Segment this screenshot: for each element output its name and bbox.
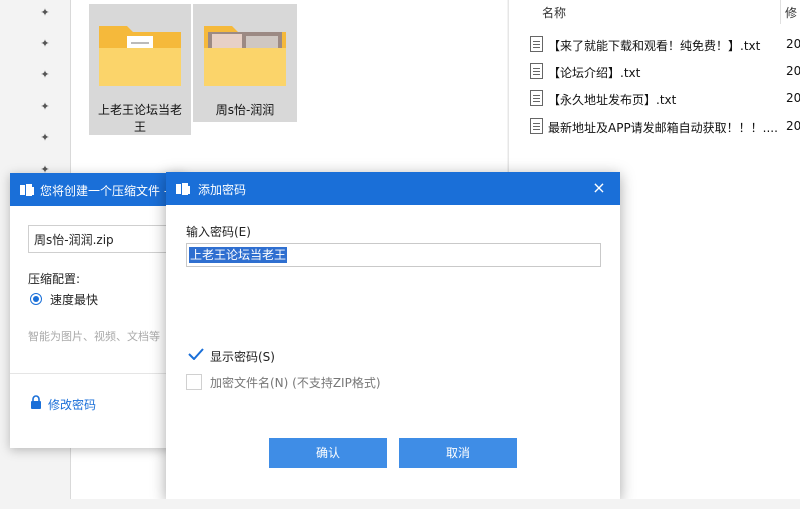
encrypt-filenames-label[interactable]: 加密文件名(N) (不支持ZIP格式) bbox=[210, 374, 381, 391]
file-date: 20 bbox=[786, 37, 800, 51]
pin-icon[interactable]: ✦ bbox=[38, 68, 52, 82]
compress-dialog: 您将创建一个压缩文件 - 周s怡-润润.zip 压缩配置: 速度最快 智能为图片… bbox=[10, 173, 185, 448]
pin-icon[interactable]: ✦ bbox=[38, 37, 52, 51]
file-row[interactable]: 【永久地址发布页】.txt 20 bbox=[530, 88, 800, 110]
file-name: 【永久地址发布页】.txt bbox=[548, 93, 677, 107]
dialog-title: 添加密码 bbox=[198, 183, 247, 197]
show-password-label[interactable]: 显示密码(S) bbox=[210, 348, 275, 365]
close-icon[interactable]: × bbox=[590, 179, 608, 197]
dialog-titlebar[interactable]: 您将创建一个压缩文件 - bbox=[10, 173, 185, 206]
speed-option-label[interactable]: 速度最快 bbox=[50, 291, 98, 308]
file-date: 20 bbox=[786, 119, 800, 133]
dialog-title: 您将创建一个压缩文件 - bbox=[40, 184, 169, 198]
folder-name-line: 上老王论坛当老 bbox=[97, 103, 182, 117]
archive-name-value: 周s怡-润润.zip bbox=[34, 233, 114, 247]
text-file-icon bbox=[530, 118, 543, 134]
pin-icon[interactable]: ✦ bbox=[38, 100, 52, 114]
column-name-header[interactable]: 名称 bbox=[542, 4, 566, 21]
text-file-icon bbox=[530, 90, 543, 106]
confirm-button[interactable]: 确认 bbox=[269, 438, 387, 468]
encrypt-filenames-checkbox[interactable] bbox=[186, 374, 202, 390]
modify-password-link[interactable]: 修改密码 bbox=[48, 396, 96, 413]
file-name: 【论坛介绍】.txt bbox=[548, 66, 641, 80]
text-file-icon bbox=[530, 36, 543, 52]
folder-name-line: 王 bbox=[133, 120, 146, 134]
pin-icon[interactable]: ✦ bbox=[38, 131, 52, 145]
folder-name: 周s怡-润润 bbox=[193, 102, 297, 119]
file-row[interactable]: 最新地址及APP请发邮箱自动获取！！！.... 20 bbox=[530, 116, 800, 138]
folder-name: 上老王论坛当老 王 bbox=[89, 102, 191, 136]
divider bbox=[10, 373, 185, 374]
pin-icon[interactable]: ✦ bbox=[38, 6, 52, 20]
file-date: 20 bbox=[786, 91, 800, 105]
file-name: 【来了就能下载和观看！纯免费！】.txt bbox=[548, 39, 761, 53]
folder-item[interactable]: 上老王论坛当老 王 bbox=[89, 4, 191, 135]
column-modified-header[interactable]: 修 bbox=[785, 4, 797, 21]
file-row[interactable]: 【论坛介绍】.txt 20 bbox=[530, 61, 800, 83]
password-value: 上老王论坛当老王 bbox=[189, 247, 288, 263]
cancel-button[interactable]: 取消 bbox=[399, 438, 517, 468]
text-file-icon bbox=[530, 63, 543, 79]
background-edge bbox=[0, 499, 800, 509]
archive-app-icon bbox=[176, 183, 190, 195]
add-password-dialog: 添加密码 × 输入密码(E) 上老王论坛当老王 显示密码(S) 加密文件名(N)… bbox=[166, 172, 620, 499]
speed-radio[interactable] bbox=[30, 293, 42, 305]
file-row[interactable]: 【来了就能下载和观看！纯免费！】.txt 20 bbox=[530, 34, 800, 56]
file-name: 最新地址及APP请发邮箱自动获取！！！.... bbox=[548, 121, 778, 135]
password-input-label: 输入密码(E) bbox=[186, 225, 251, 239]
password-input[interactable]: 上老王论坛当老王 bbox=[186, 243, 601, 267]
archive-app-icon bbox=[20, 184, 34, 196]
show-password-checkbox[interactable] bbox=[188, 348, 204, 360]
folder-name-line: 周s怡-润润 bbox=[215, 103, 275, 117]
lock-icon[interactable] bbox=[30, 395, 42, 409]
compression-hint: 智能为图片、视频、文档等 bbox=[28, 330, 160, 343]
folder-item[interactable]: 周s怡-润润 bbox=[193, 4, 297, 122]
compression-config-label: 压缩配置: bbox=[28, 272, 81, 286]
folder-icon bbox=[99, 26, 181, 86]
folder-icon bbox=[204, 26, 286, 86]
dialog-titlebar[interactable]: 添加密码 × bbox=[166, 172, 620, 205]
column-separator[interactable] bbox=[780, 0, 781, 24]
file-date: 20 bbox=[786, 64, 800, 78]
